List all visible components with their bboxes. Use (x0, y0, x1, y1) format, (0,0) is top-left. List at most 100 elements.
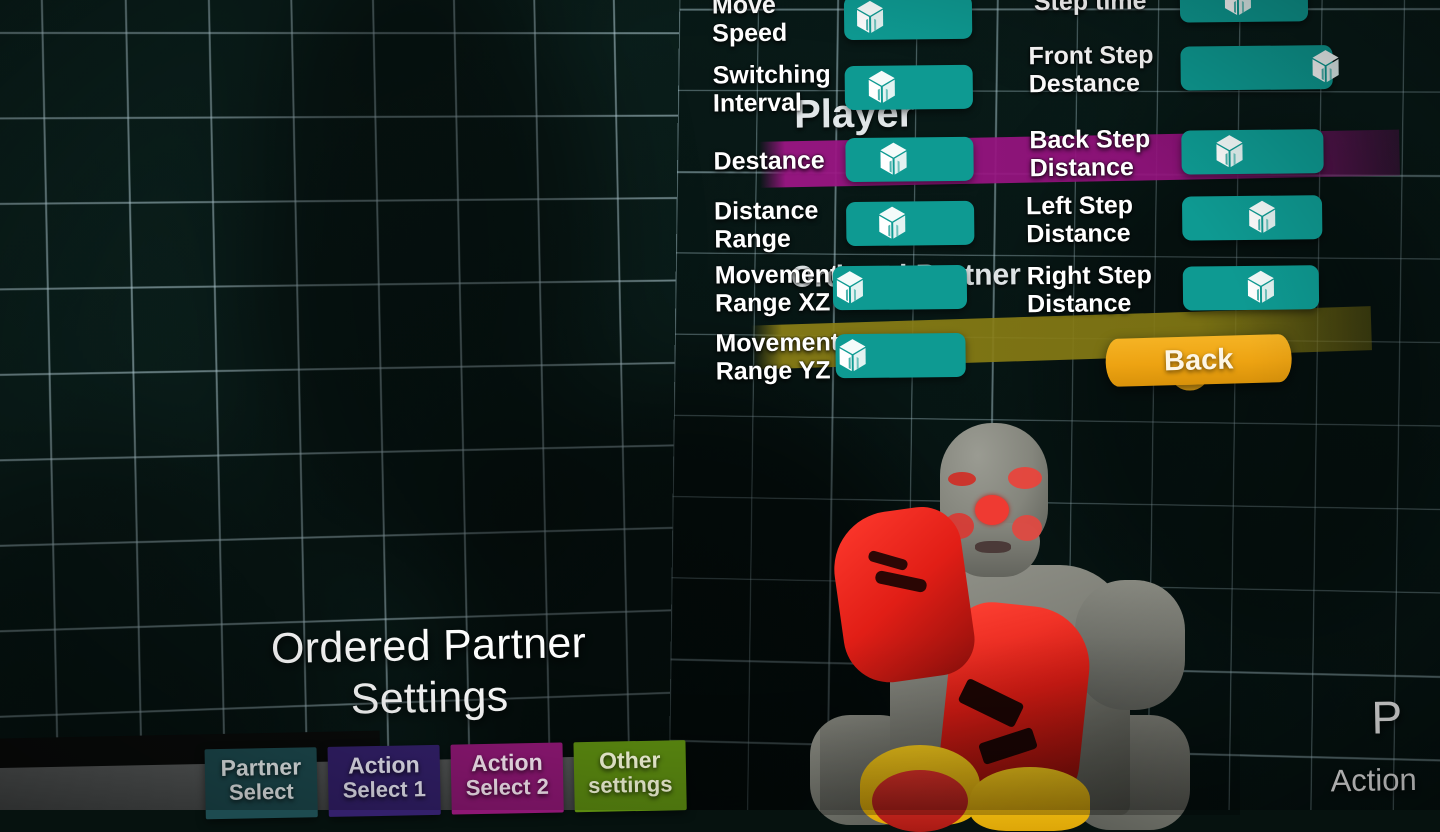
avatar-facepaint-brow-right (1008, 467, 1042, 489)
label-back-step-distance: Back Step Distance (1029, 124, 1182, 183)
panel-title-line-2: Settings (350, 672, 509, 724)
cube-icon (880, 142, 907, 175)
avatar-trunks-red (872, 770, 968, 832)
back-button-label: Back (1163, 342, 1234, 377)
label-line-2: Range YZ (715, 356, 831, 386)
tab-action-select-2[interactable]: Action Select 2 (450, 742, 564, 815)
tab-label-line-1: Action (347, 751, 420, 779)
slider-back-step-distance[interactable] (1181, 127, 1324, 175)
tab-label-line-2: Select 1 (342, 775, 427, 803)
panel-tab-bar: Partner Select Action Select 1 Action Se… (151, 740, 712, 821)
offscreen-right-panel: P Action (1330, 689, 1440, 811)
slider-destance[interactable] (845, 134, 974, 183)
label-line-1: Front Step (1028, 40, 1154, 71)
label-left-step-distance: Left Step Distance (1025, 191, 1183, 249)
slider-move-speed[interactable] (843, 0, 973, 41)
label-movement-range-yz: Movement Range YZ (715, 328, 848, 385)
label-line-1: Step time (1033, 0, 1147, 17)
offscreen-panel-title-fragment: P (1370, 691, 1403, 744)
setting-row-back-step-distance: Back Step Distance (1029, 123, 1324, 182)
label-line-2: Distance (1029, 153, 1135, 183)
setting-row-movement-range-yz: Movement Range YZ (715, 327, 966, 386)
avatar-facepaint-cheek-right (1012, 515, 1042, 541)
label-line-1: Switching (712, 60, 831, 90)
cube-icon (1249, 200, 1276, 233)
slider-switching-interval[interactable] (844, 63, 974, 111)
back-button[interactable]: Back (1105, 333, 1293, 388)
setting-row-step-time: Step time (1034, 0, 1309, 24)
avatar-boxing-glove (826, 501, 980, 689)
slider-knob[interactable] (1210, 127, 1251, 175)
label-line-1: Left Step (1025, 191, 1134, 221)
tab-label-line-2: settings (587, 771, 673, 798)
slider-knob[interactable] (1218, 0, 1259, 23)
label-front-step-distance: Front Step Destance (1028, 40, 1181, 99)
label-line-2: Speed (712, 18, 788, 48)
slider-front-step-distance[interactable] (1180, 45, 1339, 91)
slider-knob[interactable] (833, 331, 874, 379)
panel-title: Ordered Partner Settings (148, 615, 710, 731)
label-line-1: Movement (714, 260, 839, 290)
label-line-2: Distance (1026, 289, 1132, 319)
tab-label-line-1: Action (470, 748, 543, 777)
label-line-1: Back Step (1029, 124, 1151, 155)
cube-icon (1225, 0, 1252, 16)
label-line-1: Right Step (1026, 260, 1152, 291)
setting-row-distance-range: Distance Range (714, 195, 975, 254)
cube-icon (839, 339, 867, 372)
label-line-2: Range XZ (714, 288, 831, 318)
avatar-shoulder-right (1075, 580, 1185, 710)
slider-knob[interactable] (1305, 42, 1346, 90)
tab-action-select-1[interactable]: Action Select 1 (327, 744, 441, 818)
tab-label-line-2: Select 2 (465, 773, 550, 801)
label-right-step-distance: Right Step Distance (1026, 260, 1184, 319)
setting-row-left-step-distance: Left Step Distance (1026, 189, 1323, 248)
label-line-2: Range (714, 224, 791, 254)
slider-knob[interactable] (873, 134, 914, 182)
panel-title-line-1: Ordered Partner (270, 618, 587, 674)
setting-row-destance: Destance (713, 134, 974, 184)
slider-knob[interactable] (861, 63, 902, 111)
slider-left-step-distance[interactable] (1181, 193, 1323, 241)
label-line-2: Destance (1028, 69, 1141, 99)
label-line-1: Destance (713, 146, 825, 176)
setting-row-right-step-distance: Right Step Distance (1027, 259, 1320, 318)
slider-step-time[interactable] (1179, 0, 1309, 23)
avatar-clown-nose (975, 495, 1009, 525)
avatar-facepaint-brow-left (948, 472, 976, 486)
label-switching-interval: Switching Interval (713, 60, 846, 117)
label-movement-range-xz: Movement Range XZ (715, 260, 848, 317)
avatar-trunks-yellow-right (970, 767, 1090, 831)
label-line-1: Movement (715, 328, 840, 358)
setting-row-switching-interval: Switching Interval (713, 59, 974, 118)
tab-partner-select[interactable]: Partner Select (204, 747, 318, 820)
slider-knob[interactable] (1242, 193, 1283, 241)
setting-row-front-step-distance: Front Step Destance (1028, 39, 1339, 99)
label-distance-range: Distance Range (714, 196, 847, 253)
label-move-speed: Move Speed (712, 0, 845, 48)
label-line-2: Interval (712, 88, 803, 118)
tab-other-settings[interactable]: Other settings (573, 740, 687, 813)
cube-icon (868, 70, 895, 103)
label-destance: Destance (713, 146, 845, 175)
movement-settings-panel: Range ( 7 3 Player Ordered Partner Move … (698, 0, 1402, 420)
slider-movement-range-yz[interactable] (833, 331, 966, 379)
tab-label-line-1: Partner (220, 753, 302, 781)
slider-knob[interactable] (872, 198, 913, 246)
label-line-1: Move (711, 0, 776, 20)
slider-knob[interactable] (850, 0, 891, 41)
label-step-time: Step time (1034, 0, 1180, 16)
slider-knob[interactable] (1241, 263, 1282, 311)
setting-row-move-speed: Move Speed (712, 0, 973, 48)
label-line-2: Distance (1026, 219, 1131, 249)
slider-distance-range[interactable] (846, 198, 975, 247)
cube-icon (1248, 270, 1275, 303)
slider-right-step-distance[interactable] (1182, 263, 1320, 311)
cube-icon (857, 0, 884, 33)
label-line-1: Distance (713, 196, 819, 226)
avatar-character-model (810, 415, 1240, 832)
setting-row-movement-range-xz: Movement Range XZ (715, 259, 968, 318)
slider-movement-range-xz[interactable] (830, 263, 968, 311)
slider-knob[interactable] (830, 263, 871, 311)
tab-label-line-2: Select (228, 778, 294, 805)
